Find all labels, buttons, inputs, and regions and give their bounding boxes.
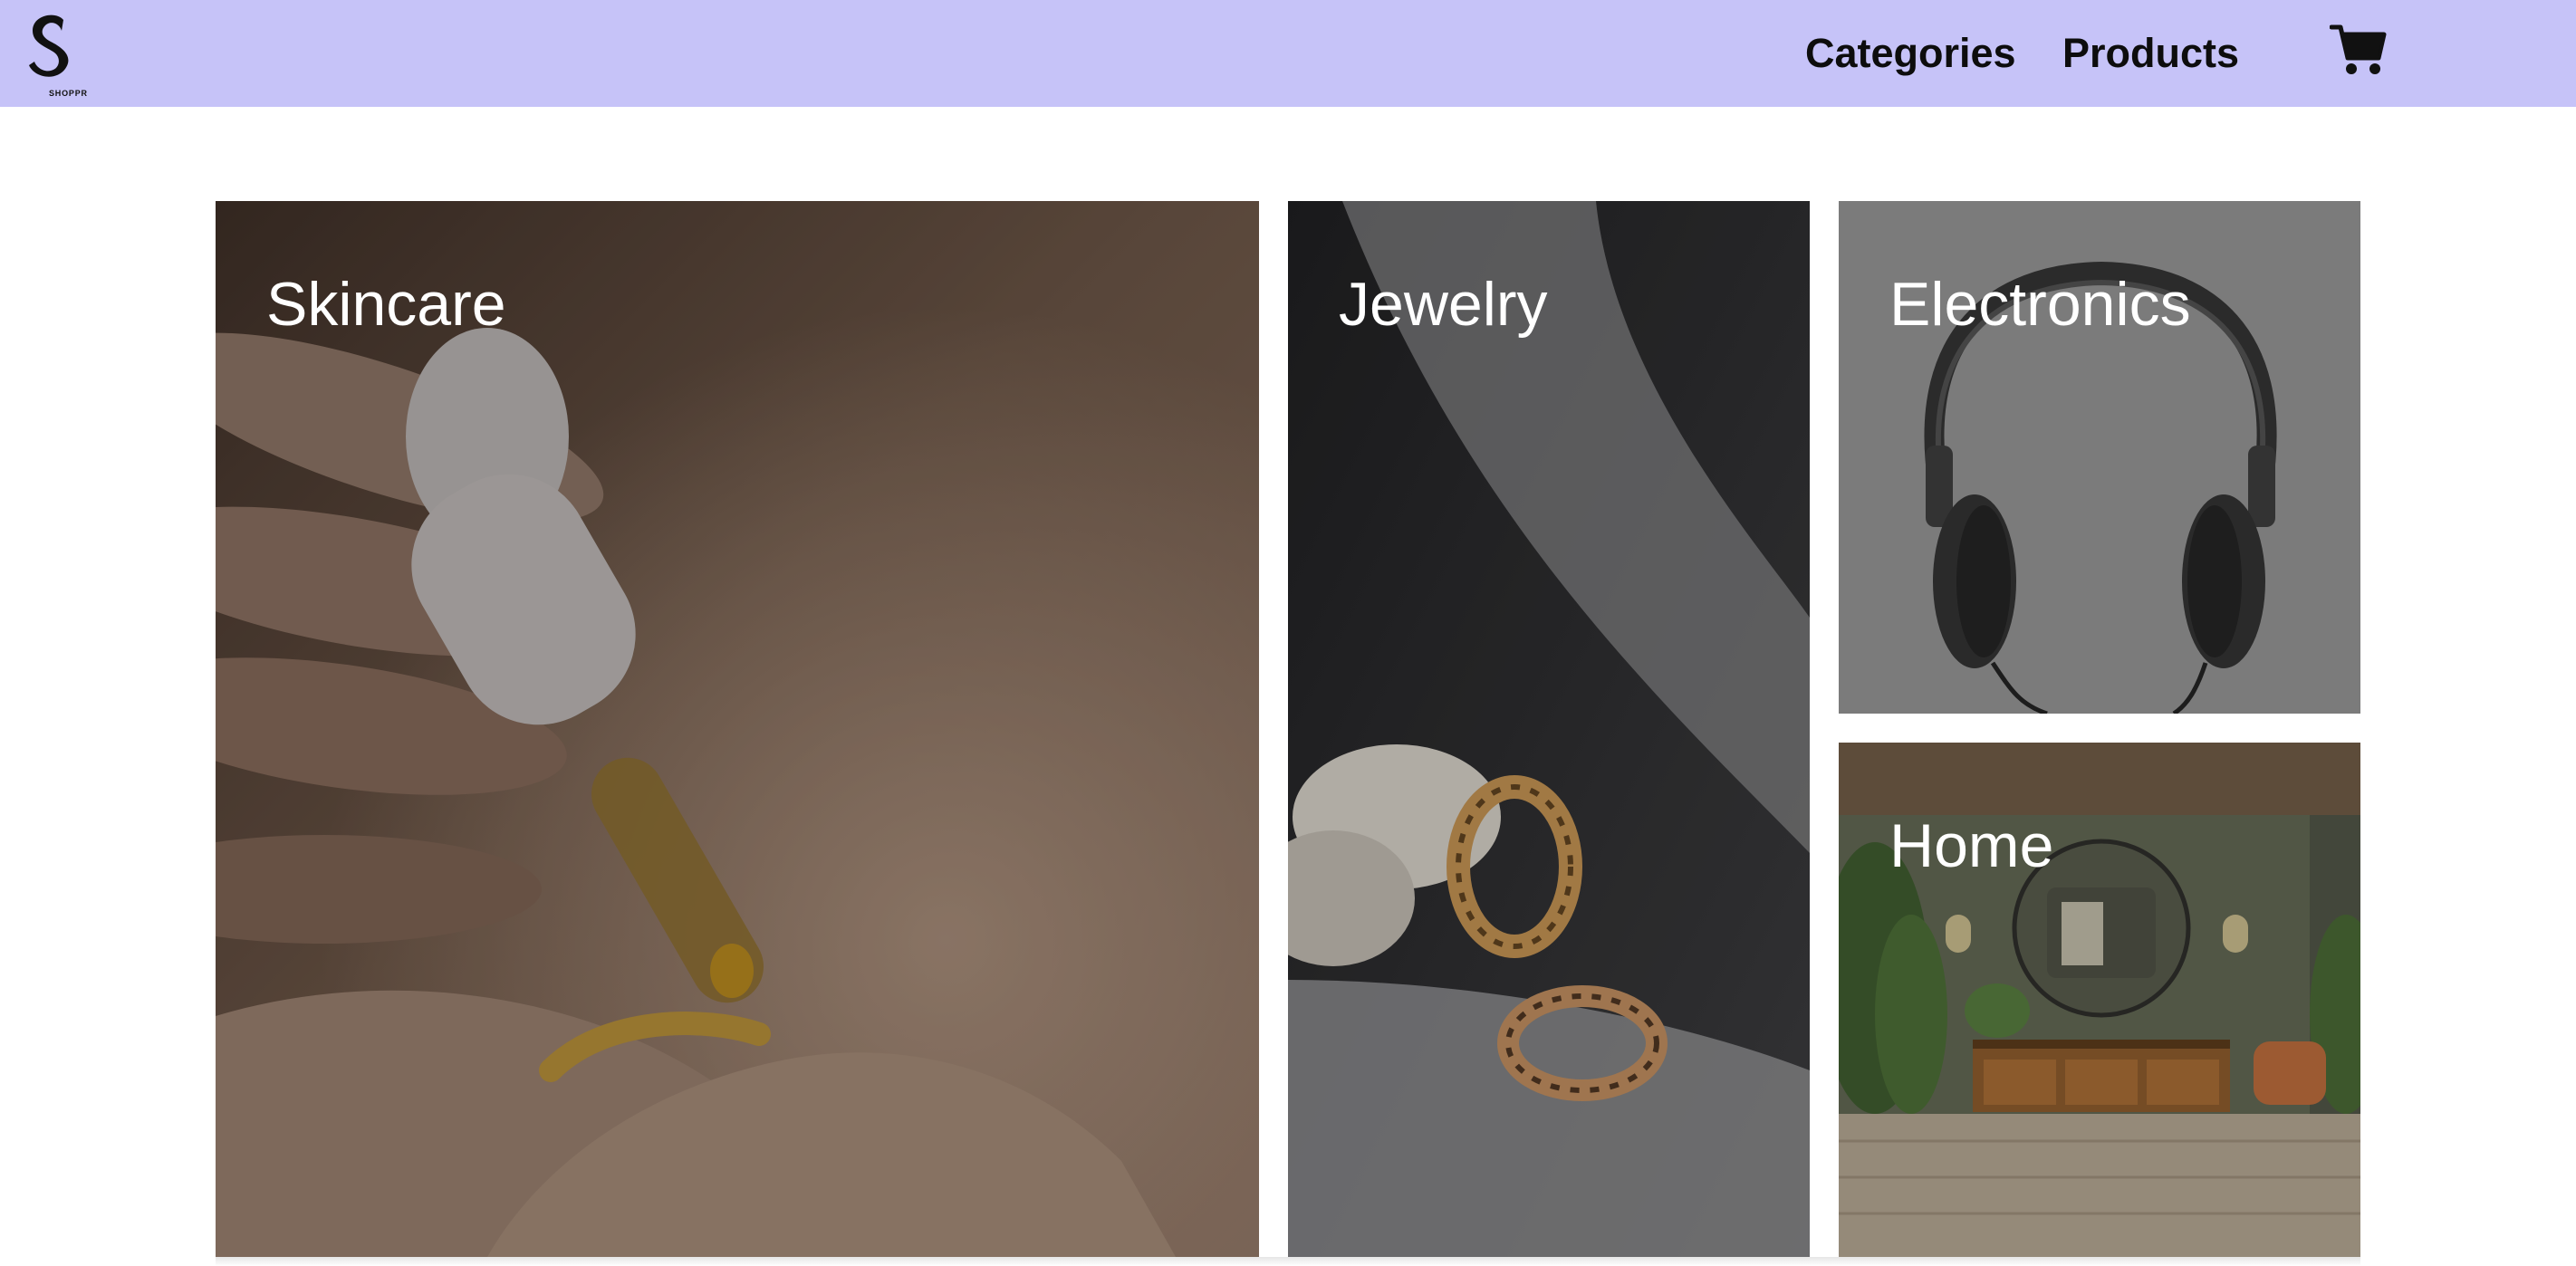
category-tile-electronics[interactable]: Electronics: [1839, 201, 2360, 714]
tile-label-skincare: Skincare: [266, 270, 506, 339]
tile-label-home: Home: [1889, 811, 2054, 880]
tile-label-electronics: Electronics: [1889, 270, 2191, 339]
category-tile-jewelry[interactable]: Jewelry: [1288, 201, 1810, 1257]
nav-categories-link[interactable]: Categories: [1805, 27, 2016, 80]
cart-icon: [2329, 24, 2387, 74]
jewelry-image: [1288, 201, 1810, 1257]
content-bottom-edge: [216, 1257, 2360, 1266]
cart-button[interactable]: [2329, 22, 2388, 78]
tile-label-jewelry: Jewelry: [1339, 270, 1548, 339]
category-tile-home[interactable]: Home: [1839, 743, 2360, 1257]
shoppr-logo[interactable]: SHOPPR: [24, 13, 87, 98]
logo-wordmark: SHOPPR: [49, 89, 88, 98]
site-header: SHOPPR Categories Products: [0, 0, 2576, 107]
category-tile-skincare[interactable]: Skincare: [216, 201, 1259, 1257]
skincare-image: [216, 201, 1259, 1257]
nav-products-link[interactable]: Products: [2062, 27, 2239, 80]
logo-s-icon: [29, 14, 69, 77]
